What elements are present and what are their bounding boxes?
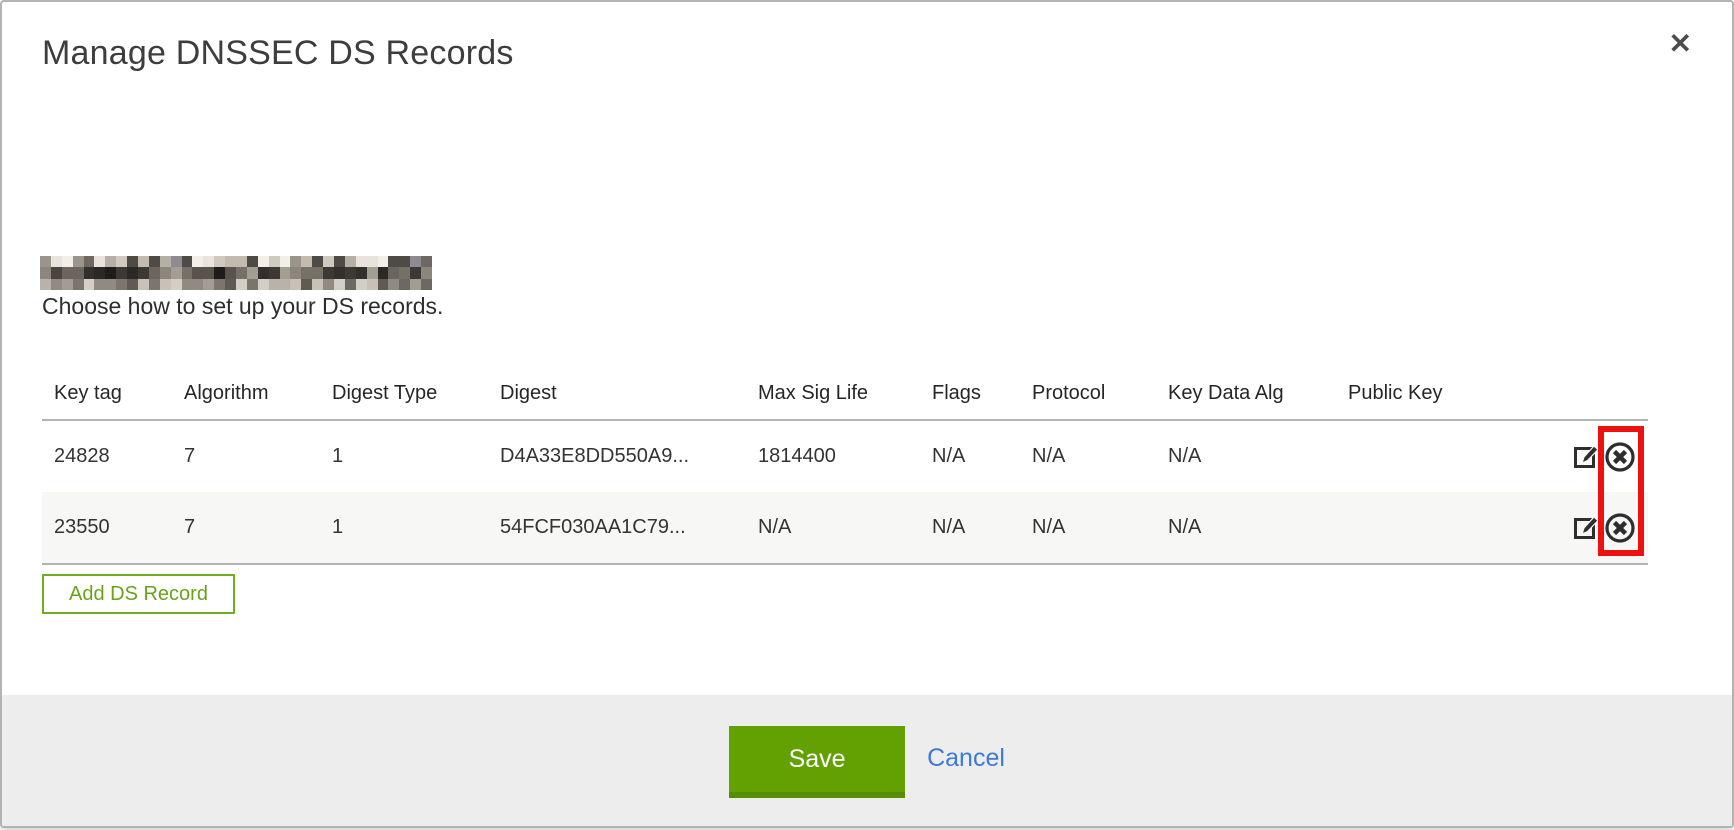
cell-digest: D4A33E8DD550A9... xyxy=(488,445,746,468)
column-header: Public Key xyxy=(1336,382,1456,419)
redacted-domain-name xyxy=(40,256,432,290)
cell-flags: N/A xyxy=(920,445,1020,468)
cell-key-data-alg: N/A xyxy=(1156,516,1336,539)
column-header: Protocol xyxy=(1020,382,1156,419)
cell-protocol: N/A xyxy=(1020,445,1156,468)
instruction-text: Choose how to set up your DS records. xyxy=(42,293,443,320)
row-actions xyxy=(1456,441,1648,473)
column-header: Key tag xyxy=(42,382,172,419)
cell-key-tag: 24828 xyxy=(42,445,172,468)
close-icon[interactable]: ✕ xyxy=(1665,26,1696,62)
column-header: Algorithm xyxy=(172,382,320,419)
delete-record-icon[interactable] xyxy=(1604,512,1636,544)
cell-flags: N/A xyxy=(920,516,1020,539)
cell-digest: 54FCF030AA1C79... xyxy=(488,516,746,539)
table-header-row: Key tagAlgorithmDigest TypeDigestMax Sig… xyxy=(42,340,1648,419)
modal-footer: Save Cancel xyxy=(2,695,1732,826)
cell-algorithm: 7 xyxy=(172,445,320,468)
table-body: 24828 7 1 D4A33E8DD550A9... 1814400 N/A … xyxy=(42,419,1648,565)
ds-records-table: Key tagAlgorithmDigest TypeDigestMax Sig… xyxy=(42,340,1648,565)
cell-protocol: N/A xyxy=(1020,516,1156,539)
column-header: Digest xyxy=(488,382,746,419)
column-header: Max Sig Life xyxy=(746,382,920,419)
cell-digest-type: 1 xyxy=(320,445,488,468)
manage-dnssec-modal: Manage DNSSEC DS Records ✕ Choose how to… xyxy=(0,0,1734,828)
cell-algorithm: 7 xyxy=(172,516,320,539)
add-ds-record-button[interactable]: Add DS Record xyxy=(42,574,235,614)
column-header: Digest Type xyxy=(320,382,488,419)
column-header: Flags xyxy=(920,382,1020,419)
edit-record-icon[interactable] xyxy=(1573,514,1600,541)
cancel-button[interactable]: Cancel xyxy=(927,744,1005,773)
cell-max-sig-life: N/A xyxy=(746,516,920,539)
page-title: Manage DNSSEC DS Records xyxy=(42,34,514,73)
cell-digest-type: 1 xyxy=(320,516,488,539)
row-actions xyxy=(1456,512,1648,544)
table-row: 24828 7 1 D4A33E8DD550A9... 1814400 N/A … xyxy=(42,421,1648,492)
cell-key-data-alg: N/A xyxy=(1156,445,1336,468)
column-header: Key Data Alg xyxy=(1156,382,1336,419)
cell-max-sig-life: 1814400 xyxy=(746,445,920,468)
cell-key-tag: 23550 xyxy=(42,516,172,539)
save-button[interactable]: Save xyxy=(729,726,905,798)
edit-record-icon[interactable] xyxy=(1573,443,1600,470)
delete-record-icon[interactable] xyxy=(1604,441,1636,473)
table-row: 23550 7 1 54FCF030AA1C79... N/A N/A N/A … xyxy=(42,492,1648,563)
